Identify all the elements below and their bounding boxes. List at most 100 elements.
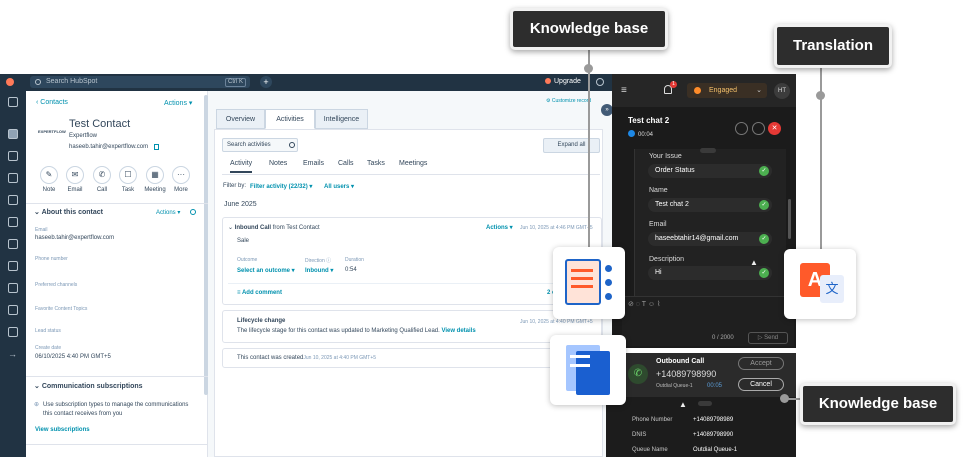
create-button[interactable]: +: [260, 76, 272, 88]
char-counter: 0 / 2000: [712, 335, 734, 341]
subtab-divider: [222, 174, 600, 175]
direction-dropdown[interactable]: Inbound ▾: [305, 267, 333, 274]
card-divider: [228, 283, 594, 284]
inbox-icon[interactable]: [8, 173, 18, 183]
outcome-label: Outcome: [237, 257, 258, 263]
mouse-cursor-icon: ▲: [750, 258, 758, 267]
copy-icon[interactable]: [154, 144, 159, 150]
chat-header: ≡ 1 Engaged ⌄ HT: [612, 74, 796, 107]
about-actions-button[interactable]: Actions ▾: [156, 209, 180, 216]
call-button[interactable]: ✆: [93, 166, 111, 184]
subtab-calls[interactable]: Calls: [338, 160, 354, 167]
email-button[interactable]: ✉: [66, 166, 84, 184]
end-chat-button[interactable]: ✕: [768, 122, 781, 135]
service-icon[interactable]: [8, 217, 18, 227]
content-topics-label[interactable]: Favorite Content Topics: [35, 306, 87, 312]
all-users-dropdown[interactable]: All users ▾: [324, 183, 354, 190]
send-button[interactable]: ▷ Send: [748, 332, 788, 344]
outcome-dropdown[interactable]: Select an outcome ▾: [237, 267, 295, 274]
gear-icon[interactable]: [190, 209, 196, 215]
search-activities-input[interactable]: Search activities: [222, 138, 298, 152]
subtab-notes[interactable]: Notes: [269, 160, 287, 167]
library-icon[interactable]: [8, 327, 18, 337]
subtab-tasks[interactable]: Tasks: [367, 160, 385, 167]
accept-button[interactable]: Accept: [738, 357, 784, 370]
created-date: Jun 10, 2025 at 4:40 PM GMT+5: [303, 355, 377, 361]
check-icon: ✓: [759, 166, 769, 176]
task-button[interactable]: ☐: [119, 166, 137, 184]
left-scrollbar[interactable]: [204, 95, 208, 395]
translation-pin-dot: [816, 91, 825, 100]
tab-activities[interactable]: Activities: [265, 109, 315, 129]
contact-actions-button[interactable]: Actions ▾: [164, 99, 192, 107]
content-icon[interactable]: [8, 239, 18, 249]
call-number: +14089798990: [656, 369, 717, 379]
crm-sidebar: →: [0, 91, 26, 457]
subtab-meetings[interactable]: Meetings: [399, 160, 427, 167]
file-lines-icon: [570, 355, 590, 367]
lifecycle-text-content: The lifecycle stage for this contact was…: [237, 328, 440, 334]
bookmark-icon[interactable]: [8, 97, 18, 107]
chevron-down-icon: ⌄: [756, 87, 762, 94]
filter-activity-dropdown[interactable]: Filter activity (22/32) ▾: [250, 183, 312, 190]
email-field-value[interactable]: haseeb.tahir@expertflow.com: [35, 235, 114, 241]
lifecycle-card[interactable]: [222, 310, 602, 343]
settings-icon[interactable]: [596, 78, 604, 86]
global-search-input[interactable]: Search HubSpot Ctrl K: [30, 76, 250, 88]
subtab-emails[interactable]: Emails: [303, 160, 324, 167]
marketing-icon[interactable]: [8, 151, 18, 161]
contacts-icon[interactable]: [8, 129, 18, 139]
expand-all-button[interactable]: Expand all: [543, 138, 600, 153]
inbound-actions-button[interactable]: Actions ▾: [486, 224, 513, 231]
call-timer: 00:05: [707, 383, 723, 389]
chevron-up-icon[interactable]: [698, 401, 712, 406]
back-link-label: Contacts: [40, 99, 68, 106]
conference-icon[interactable]: [752, 122, 765, 135]
preferred-channels-label[interactable]: Preferred channels: [35, 282, 77, 288]
cancel-button[interactable]: Cancel: [738, 378, 784, 391]
inbound-date: Jun 10, 2025 at 4:46 PM GMT+5: [520, 225, 593, 231]
customize-record-link[interactable]: ⚙ Customize record: [546, 98, 591, 104]
about-section-toggle[interactable]: ⌄ About this contact: [34, 208, 103, 216]
reports-icon[interactable]: [8, 283, 18, 293]
back-to-contacts-link[interactable]: ‹ Contacts: [36, 99, 68, 106]
avatar[interactable]: HT: [774, 83, 790, 99]
agent-status-dropdown[interactable]: Engaged ⌄: [687, 83, 767, 98]
create-date-value[interactable]: 06/10/2025 4:40 PM GMT+5: [35, 354, 111, 360]
call-panel: ✆ Outbound Call +14089798990 Outdial Que…: [606, 353, 796, 457]
sales-icon[interactable]: [8, 195, 18, 205]
inbound-call-toggle[interactable]: ⌄ Inbound Call from Test Contact: [228, 224, 320, 231]
view-subscriptions-link[interactable]: View subscriptions: [35, 427, 90, 433]
phone-field-label[interactable]: Phone number: [35, 256, 68, 262]
chat-scrollbar[interactable]: [788, 199, 791, 239]
view-details-link[interactable]: View details: [441, 328, 475, 334]
subscriptions-section-toggle[interactable]: ⌄ Communication subscriptions: [34, 382, 143, 390]
menu-icon[interactable]: ≡: [621, 85, 627, 96]
transfer-icon[interactable]: [735, 122, 748, 135]
upgrade-button[interactable]: Upgrade: [545, 76, 581, 88]
attach-icon[interactable]: ⊘ ◌ T ☺ ⌇: [628, 300, 660, 308]
tab-overview[interactable]: Overview: [216, 109, 265, 129]
knowledge-files-card: [550, 335, 626, 405]
subtab-activity[interactable]: Activity: [230, 160, 253, 173]
subscriptions-title: Communication subscriptions: [41, 383, 143, 390]
contact-email[interactable]: haseeb.tahir@expertflow.com: [69, 144, 148, 150]
note-button[interactable]: ✎: [40, 166, 58, 184]
collapse-icon[interactable]: [700, 148, 716, 153]
more-button[interactable]: ···: [172, 166, 190, 184]
divider: [26, 444, 208, 445]
knowledge-base-callout-bottom: Knowledge base: [800, 383, 956, 425]
lifecycle-text: The lifecycle stage for this contact was…: [237, 328, 476, 334]
collapse-arrow-icon[interactable]: →: [8, 349, 17, 359]
lead-status-label[interactable]: Lead status: [35, 328, 61, 334]
kb-bottom-pin-dot: [780, 394, 789, 403]
search-icon: [289, 142, 295, 148]
expand-sidebar-button[interactable]: »: [601, 104, 612, 116]
tab-intelligence[interactable]: Intelligence: [315, 109, 368, 129]
automation-icon[interactable]: [8, 305, 18, 315]
data-icon[interactable]: [8, 261, 18, 271]
month-heading: June 2025: [224, 201, 257, 208]
add-comment-button[interactable]: ≡ Add comment: [237, 290, 282, 296]
dnis-value: +14089798990: [693, 432, 734, 438]
meeting-button[interactable]: ▦: [146, 166, 164, 184]
